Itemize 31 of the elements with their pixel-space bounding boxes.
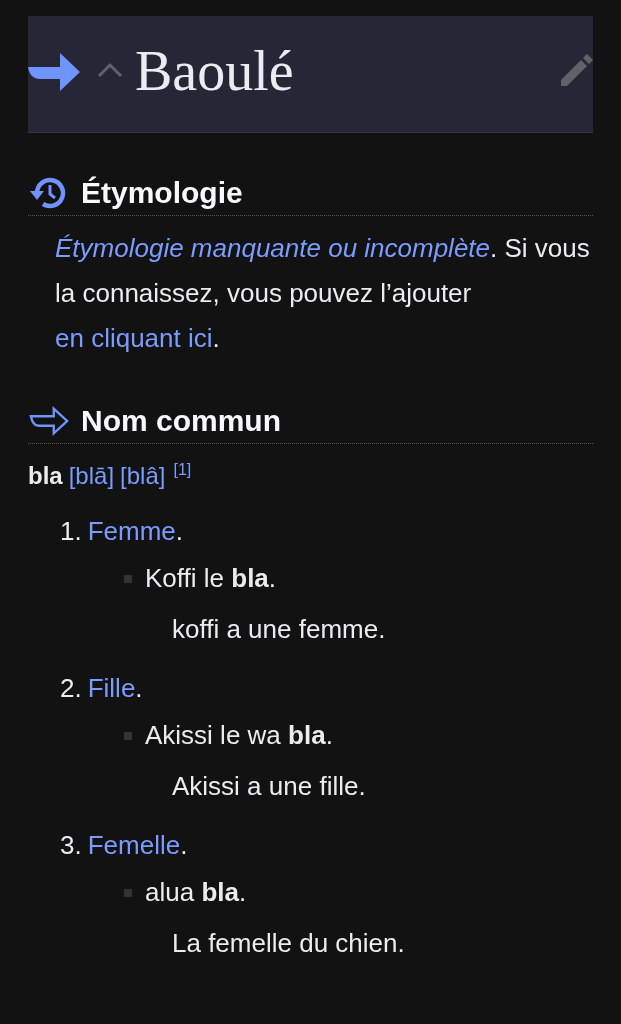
section-heading: Étymologie: [81, 176, 243, 210]
translation-text: koffi a une femme.: [171, 614, 387, 645]
example-text: Akissi le wa bla.: [145, 720, 333, 751]
translation-text: Akissi a une fille.: [171, 771, 367, 802]
definition-link[interactable]: Femme: [87, 516, 176, 546]
sense-number: 1.: [60, 516, 82, 547]
chevron-up-icon[interactable]: [97, 62, 123, 78]
example-text: Koffi le bla.: [145, 563, 277, 594]
definition-text: Femme.: [87, 516, 184, 547]
headword: bla: [28, 462, 63, 490]
sense-number: 3.: [60, 830, 82, 861]
example-text: alua bla.: [145, 877, 247, 908]
definition-link[interactable]: Femelle: [87, 830, 181, 860]
text-link[interactable]: en cliquant ici: [55, 323, 213, 353]
pronunciation-link[interactable]: [blā]: [68, 462, 115, 490]
definition-link[interactable]: Fille: [87, 673, 136, 703]
reference-link[interactable]: [1]: [173, 461, 192, 479]
definition-text: Fille.: [87, 673, 143, 704]
page-title: Baoulé: [135, 39, 295, 103]
text-link[interactable]: Étymologie manquante ou incomplète: [55, 233, 491, 263]
bullet-icon: [124, 731, 132, 740]
sense-number: 2.: [60, 673, 82, 704]
pronunciation-link[interactable]: [blâ]: [120, 462, 166, 490]
section-heading: Nom commun: [81, 404, 281, 438]
translation-text: La femelle du chien.: [171, 928, 406, 959]
arrow-icon[interactable]: [28, 53, 80, 91]
pencil-icon[interactable]: [561, 54, 593, 86]
bullet-icon: [124, 888, 132, 897]
definition-text: Femelle.: [87, 830, 188, 861]
bullet-icon: [124, 574, 132, 583]
etymology-text: Étymologie manquante ou incomplète. Si vous la connaissez, vous pouvez l’ajouter en cliquant ici.: [55, 232, 591, 355]
